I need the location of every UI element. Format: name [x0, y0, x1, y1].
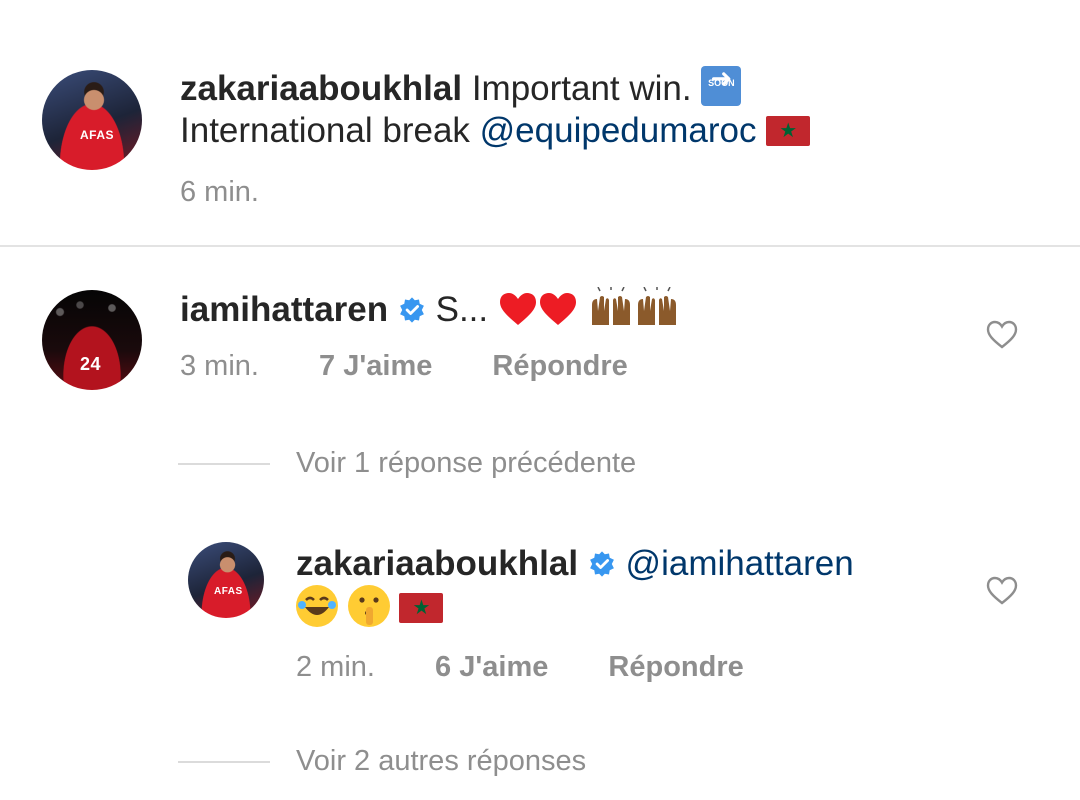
shushing-face-emoji-icon — [347, 585, 390, 627]
avatar-jersey-number: 24 — [80, 354, 102, 374]
post-avatar[interactable]: AFAS — [42, 70, 142, 170]
reply-likes[interactable]: 6 J'aime — [435, 651, 548, 683]
post-text-line1: Important win. — [471, 69, 692, 108]
view-previous-replies[interactable]: Voir 1 réponse précédente — [296, 447, 636, 480]
post-mention[interactable]: @equipedumaroc — [480, 111, 757, 150]
replies-line — [178, 761, 270, 763]
verified-badge-icon — [589, 551, 614, 577]
morocco-flag-icon — [766, 116, 811, 146]
comment-username[interactable]: iamihattaren — [180, 290, 388, 329]
reply-body: zakariaaboukhlal @iamihattaren — [296, 543, 936, 629]
comment-body: iamihattaren S... — [180, 287, 940, 331]
reply-username[interactable]: zakariaaboukhlal — [296, 544, 578, 583]
reply-reply-button[interactable]: Répondre — [608, 651, 743, 683]
section-divider — [0, 245, 1080, 247]
soon-arrow-icon: ➜ SOON — [701, 64, 742, 106]
post-text-line2: International break — [180, 111, 470, 150]
reply-mention[interactable]: @iamihattaren — [626, 544, 854, 583]
comment-text: S... — [435, 290, 489, 329]
like-heart-icon[interactable] — [986, 320, 1018, 350]
avatar-jersey-text: AFAS — [214, 586, 243, 597]
comment-reply-button[interactable]: Répondre — [492, 350, 627, 382]
reply-meta: 2 min. 6 J'aime Répondre — [296, 651, 744, 684]
post-username[interactable]: zakariaaboukhlal — [180, 69, 462, 108]
comment-meta: 3 min. 7 J'aime Répondre — [180, 350, 628, 383]
replies-line — [178, 463, 270, 465]
post-time: 6 min. — [180, 176, 259, 208]
like-heart-icon[interactable] — [986, 576, 1018, 606]
reply-avatar[interactable]: AFAS — [188, 542, 264, 618]
reply-time: 2 min. — [296, 651, 375, 683]
verified-badge-icon — [399, 297, 424, 323]
raising-hands-icon — [591, 287, 630, 325]
soon-label: SOON — [708, 78, 735, 88]
comment-time: 3 min. — [180, 350, 259, 382]
comment-likes[interactable]: 7 J'aime — [319, 350, 432, 382]
post-caption: zakariaaboukhlal Important win. ➜ SOON I… — [180, 64, 1040, 152]
view-more-replies[interactable]: Voir 2 autres réponses — [296, 745, 586, 778]
morocco-flag-icon — [399, 593, 444, 623]
tears-of-joy-emoji-icon — [296, 585, 338, 627]
avatar-jersey-text: AFAS — [80, 128, 115, 142]
red-heart-icon — [539, 293, 576, 325]
red-heart-icon — [499, 293, 536, 325]
raising-hands-icon — [637, 287, 676, 325]
comment-avatar[interactable]: 24 — [42, 290, 142, 390]
